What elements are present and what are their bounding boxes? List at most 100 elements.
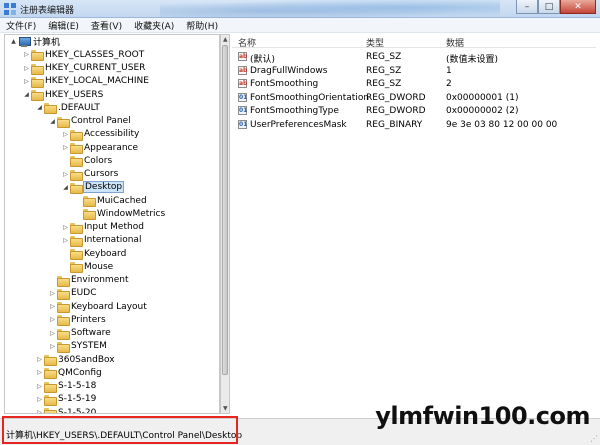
value-row[interactable]: 01 UserPreferencesMask REG_BINARY 9e 3e 03 … — [232, 118, 596, 132]
tree-item-label: Keyboard — [84, 248, 127, 259]
scroll-down-icon[interactable]: ▼ — [223, 405, 228, 412]
column-header-name[interactable]: 名称 — [238, 36, 256, 49]
menu-help[interactable]: 帮助(H) — [186, 19, 218, 32]
tree-item[interactable]: ▷ S-1-5-19 — [5, 393, 219, 406]
tree-item[interactable]: ▷ International — [5, 234, 219, 247]
close-button[interactable]: ✕ — [560, 0, 596, 14]
collapse-arrow-icon[interactable]: ◢ — [35, 104, 44, 111]
value-data: 0x00000001 (1) — [446, 92, 519, 103]
minimize-button[interactable]: – — [516, 0, 538, 14]
expand-arrow-icon[interactable]: ▷ — [48, 343, 57, 350]
registry-tree[interactable]: ▲ 计算机 ▷ HKEY_CLASSES_ROOT ▷ HKEY_CURRENT_USER… — [4, 34, 220, 414]
expand-arrow-icon[interactable]: ▷ — [35, 409, 44, 413]
scroll-up-icon[interactable]: ▲ — [223, 36, 228, 43]
tree-item[interactable]: ◢ Control Panel — [5, 115, 219, 128]
tree-item[interactable]: ▷ HKEY_LOCAL_MACHINE — [5, 75, 219, 88]
tree-item[interactable]: ▷ Software — [5, 327, 219, 340]
string-value-icon: ab — [238, 65, 248, 75]
expand-arrow-icon[interactable]: ▷ — [35, 396, 44, 403]
expand-arrow-icon[interactable]: ▷ — [22, 51, 31, 58]
expand-arrow-icon[interactable]: ▷ — [35, 369, 44, 376]
tree-item[interactable]: ▷ Input Method — [5, 221, 219, 234]
resize-grip-icon[interactable]: ⋰ — [590, 434, 598, 443]
scrollbar-thumb[interactable] — [222, 45, 228, 375]
tree-item[interactable]: Keyboard — [5, 247, 219, 261]
tree-item[interactable]: ▷ EUDC — [5, 287, 219, 300]
value-row[interactable]: ab (默认) REG_SZ (数值未设置) — [232, 50, 596, 65]
menu-view[interactable]: 查看(V) — [91, 19, 122, 32]
folder-icon — [70, 235, 83, 247]
folder-icon — [70, 249, 83, 261]
tree-item[interactable]: ▷ Keyboard Layout — [5, 300, 219, 314]
value-name: FontSmoothing — [250, 79, 319, 89]
folder-icon — [31, 63, 44, 75]
expand-arrow-icon[interactable]: ▷ — [61, 224, 70, 231]
expand-arrow-icon[interactable]: ▷ — [35, 356, 44, 363]
tree-item-label: Accessibility — [84, 129, 140, 140]
tree-item[interactable]: ▷ S-1-5-18 — [5, 380, 219, 393]
expand-arrow-icon[interactable]: ▷ — [22, 78, 31, 85]
tree-item[interactable]: ▲ 计算机 — [5, 35, 219, 48]
column-header-type[interactable]: 类型 — [366, 36, 384, 49]
tree-item[interactable]: ▷ QMConfig — [5, 366, 219, 380]
tree-item-label: WindowMetrics — [97, 208, 166, 219]
tree-item[interactable]: MuiCached — [5, 194, 219, 208]
folder-icon — [57, 341, 70, 353]
tree-item-label: 360SandBox — [58, 354, 115, 365]
expand-arrow-icon[interactable]: ▷ — [35, 383, 44, 390]
value-type: REG_SZ — [366, 65, 402, 76]
folder-icon — [57, 288, 70, 300]
expand-arrow-icon[interactable]: ▷ — [48, 303, 57, 310]
value-row[interactable]: ab FontSmoothing REG_SZ 2 — [232, 77, 596, 91]
maximize-button[interactable]: □ — [538, 0, 560, 14]
tree-scrollbar[interactable]: ▲ ▼ — [220, 34, 230, 414]
tree-item[interactable]: ◢ HKEY_USERS — [5, 88, 219, 102]
expand-arrow-icon[interactable]: ▷ — [48, 316, 57, 323]
tree-item[interactable]: Environment — [5, 274, 219, 287]
expand-arrow-icon[interactable]: ▷ — [48, 290, 57, 297]
value-row[interactable]: 01 FontSmoothingType REG_DWORD 0x00000002 (… — [232, 104, 596, 118]
tree-item-label: 计算机 — [33, 38, 61, 49]
menu-file[interactable]: 文件(F) — [6, 19, 36, 32]
tree-item[interactable]: Colors — [5, 154, 219, 168]
column-header-data[interactable]: 数据 — [446, 36, 464, 49]
folder-icon — [57, 315, 70, 327]
tree-item-label: QMConfig — [58, 367, 102, 378]
collapse-arrow-icon[interactable]: ◢ — [61, 184, 70, 191]
value-row[interactable]: 01 FontSmoothingOrientation REG_DWORD 0x000… — [232, 91, 596, 105]
tree-item[interactable]: ▷ S-1-5-20 — [5, 406, 219, 413]
expand-arrow-icon[interactable]: ▷ — [61, 131, 70, 138]
expand-arrow-icon[interactable]: ▷ — [48, 330, 57, 337]
folder-icon — [70, 222, 83, 234]
collapse-arrow-icon[interactable]: ◢ — [22, 91, 31, 98]
tree-item[interactable]: ▷ SYSTEM — [5, 340, 219, 353]
folder-icon — [44, 408, 57, 413]
folder-icon — [83, 196, 96, 208]
expand-arrow-icon[interactable]: ▷ — [61, 144, 70, 151]
tree-item[interactable]: WindowMetrics — [5, 207, 219, 221]
tree-item[interactable]: ▷ Printers — [5, 313, 219, 327]
tree-item[interactable]: ◢ .DEFAULT — [5, 101, 219, 115]
tree-item[interactable]: ▷ 360SandBox — [5, 353, 219, 367]
value-row[interactable]: ab DragFullWindows REG_SZ 1 — [232, 64, 596, 78]
title-bar-background — [160, 0, 500, 18]
collapse-arrow-icon[interactable]: ▲ — [9, 38, 18, 45]
menu-edit[interactable]: 编辑(E) — [48, 19, 79, 32]
values-list: 名称 类型 数据 ab (默认) REG_SZ (数值未设置) ab DragFullWi… — [232, 34, 596, 414]
folder-icon — [70, 129, 83, 141]
expand-arrow-icon[interactable]: ▷ — [22, 65, 31, 72]
tree-item-label: Cursors — [84, 169, 119, 180]
menu-favorites[interactable]: 收藏夹(A) — [134, 19, 174, 32]
value-name: DragFullWindows — [250, 65, 328, 76]
tree-item[interactable]: Mouse — [5, 260, 219, 274]
tree-item[interactable]: ▷ Cursors — [5, 168, 219, 181]
folder-icon — [70, 169, 83, 181]
tree-item[interactable]: ◢ Desktop — [5, 181, 219, 194]
expand-arrow-icon[interactable]: ▷ — [61, 171, 70, 178]
tree-item[interactable]: ▷ HKEY_CURRENT_USER — [5, 62, 219, 75]
collapse-arrow-icon[interactable]: ◢ — [48, 118, 57, 125]
tree-item[interactable]: ▷ Accessibility — [5, 128, 219, 141]
tree-item[interactable]: ▷ Appearance — [5, 141, 219, 155]
expand-arrow-icon[interactable]: ▷ — [61, 237, 70, 244]
tree-item[interactable]: ▷ HKEY_CLASSES_ROOT — [5, 48, 219, 62]
